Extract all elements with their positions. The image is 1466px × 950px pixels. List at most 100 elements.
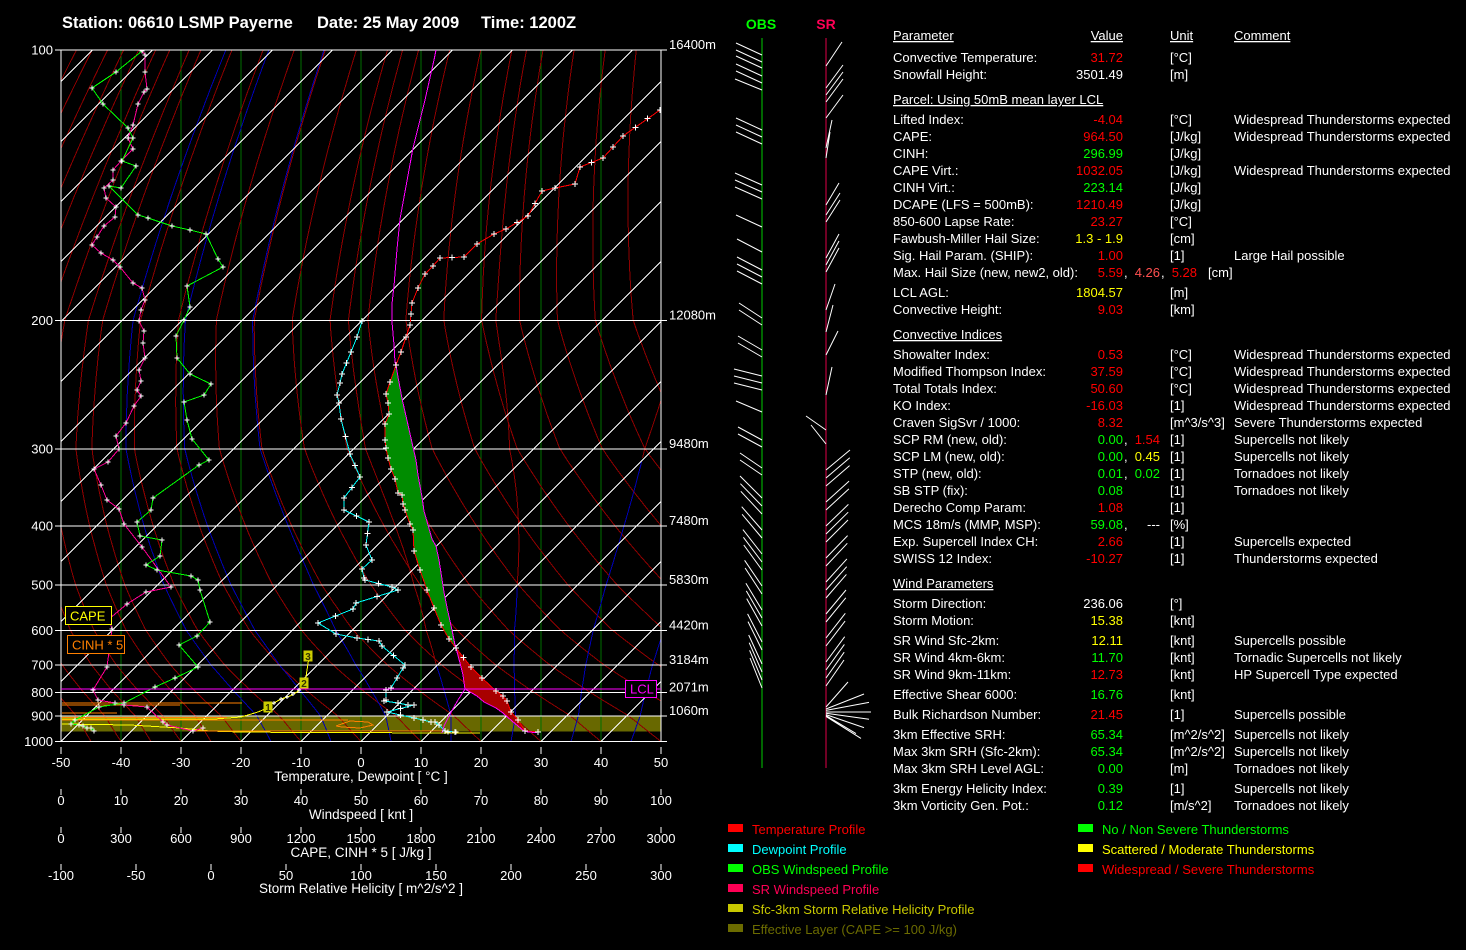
svg-text:Widespread Thunderstorms expec: Widespread Thunderstorms expected	[1234, 381, 1451, 396]
svg-text:,: ,	[1124, 449, 1128, 464]
svg-text:DCAPE (LFS = 500mB):: DCAPE (LFS = 500mB):	[893, 197, 1034, 212]
svg-text:[knt]: [knt]	[1170, 650, 1195, 665]
svg-text:3184m: 3184m	[669, 652, 709, 667]
svg-text:1500: 1500	[347, 831, 376, 846]
svg-text:CAPE:: CAPE:	[893, 129, 932, 144]
svg-text:[1]: [1]	[1170, 483, 1184, 498]
svg-text:Storm Relative Helicity [ m^2: Storm Relative Helicity [ m^2/s^2 ]	[259, 881, 463, 896]
svg-text:SCP LM (new, old):: SCP LM (new, old):	[893, 449, 1005, 464]
svg-text:Max. Hail Size (new, new2, old: Max. Hail Size (new, new2, old):	[893, 265, 1078, 280]
svg-text:10: 10	[414, 755, 428, 770]
svg-text:65.34: 65.34	[1090, 727, 1123, 742]
svg-text:12080m: 12080m	[669, 308, 716, 323]
svg-text:21.45: 21.45	[1090, 707, 1123, 722]
svg-text:9.03: 9.03	[1098, 302, 1123, 317]
svg-text:600: 600	[170, 831, 192, 846]
svg-text:2071m: 2071m	[669, 680, 709, 695]
svg-text:[m]: [m]	[1170, 761, 1188, 776]
svg-text:40: 40	[294, 793, 308, 808]
svg-text:1200: 1200	[287, 831, 316, 846]
svg-text:2700: 2700	[587, 831, 616, 846]
svg-text:2400: 2400	[527, 831, 556, 846]
svg-text:Supercells expected: Supercells expected	[1234, 534, 1351, 549]
svg-text:Widespread Thunderstorms expec: Widespread Thunderstorms expected	[1234, 347, 1451, 362]
svg-text:20: 20	[474, 755, 488, 770]
svg-text:-40: -40	[112, 755, 131, 770]
svg-text:HP Supercell Type expected: HP Supercell Type expected	[1234, 667, 1398, 682]
svg-text:0: 0	[57, 793, 64, 808]
svg-text:Showalter Index:: Showalter Index:	[893, 347, 990, 362]
svg-text:---: ---	[1147, 517, 1160, 532]
svg-text:Supercells not likely: Supercells not likely	[1234, 449, 1349, 464]
svg-text:0.02: 0.02	[1135, 466, 1160, 481]
svg-text:Widespread / Severe Thundersto: Widespread / Severe Thunderstorms	[1102, 862, 1315, 877]
svg-text:500: 500	[31, 578, 53, 593]
svg-text:1.08: 1.08	[1098, 500, 1123, 515]
svg-text:CINH:: CINH:	[893, 146, 928, 161]
svg-text:10: 10	[114, 793, 128, 808]
svg-text:[1]: [1]	[1170, 781, 1184, 796]
svg-text:100: 100	[31, 43, 53, 58]
svg-text:31.72: 31.72	[1090, 50, 1123, 65]
svg-text:1032.05: 1032.05	[1076, 163, 1123, 178]
svg-text:1.3 - 1.9: 1.3 - 1.9	[1075, 231, 1123, 246]
svg-text:[1]: [1]	[1170, 500, 1184, 515]
svg-text:[°]: [°]	[1170, 596, 1182, 611]
svg-text:[m]: [m]	[1170, 285, 1188, 300]
svg-text:OBS Windspeed Profile: OBS Windspeed Profile	[752, 862, 889, 877]
svg-text:200: 200	[31, 313, 53, 328]
svg-text:[°C]: [°C]	[1170, 347, 1192, 362]
svg-text:15.38: 15.38	[1090, 613, 1123, 628]
svg-text:236.06: 236.06	[1083, 596, 1123, 611]
svg-text:Tornadoes not likely: Tornadoes not likely	[1234, 761, 1349, 776]
svg-text:Scattered / Moderate Thunderst: Scattered / Moderate Thunderstorms	[1102, 842, 1315, 857]
svg-text:23.27: 23.27	[1090, 214, 1123, 229]
svg-text:0.08: 0.08	[1098, 483, 1123, 498]
svg-text:,: ,	[1124, 265, 1128, 280]
svg-text:[m^2/s^2]: [m^2/s^2]	[1170, 727, 1225, 742]
svg-text:[m^2/s^2]: [m^2/s^2]	[1170, 744, 1225, 759]
svg-text:[knt]: [knt]	[1170, 613, 1195, 628]
svg-text:Temperature Profile: Temperature Profile	[752, 822, 865, 837]
svg-text:Tornadoes not likely: Tornadoes not likely	[1234, 798, 1349, 813]
svg-text:CAPE Virt.:: CAPE Virt.:	[893, 163, 959, 178]
svg-text:Widespread Thunderstorms expec: Widespread Thunderstorms expected	[1234, 398, 1451, 413]
svg-text:3: 3	[305, 652, 311, 663]
svg-text:Max 3km SRH (Sfc-2km):: Max 3km SRH (Sfc-2km):	[893, 744, 1040, 759]
svg-text:[J/kg]: [J/kg]	[1170, 180, 1201, 195]
svg-text:5.59: 5.59	[1098, 265, 1123, 280]
svg-text:[1]: [1]	[1170, 707, 1184, 722]
svg-text:Effective Layer (CAPE >= 100 J: Effective Layer (CAPE >= 100 J/kg)	[752, 922, 957, 937]
svg-text:CAPE, CINH * 5 [ J/kg ]: CAPE, CINH * 5 [ J/kg ]	[290, 845, 431, 860]
svg-text:[%]: [%]	[1170, 517, 1189, 532]
svg-text:2100: 2100	[467, 831, 496, 846]
svg-text:-100: -100	[48, 868, 74, 883]
svg-text:1: 1	[265, 703, 271, 714]
svg-text:0.00: 0.00	[1098, 761, 1123, 776]
svg-text:Widespread Thunderstorms expec: Widespread Thunderstorms expected	[1234, 364, 1451, 379]
svg-text:Wind Parameters: Wind Parameters	[893, 576, 994, 591]
svg-text:0.45: 0.45	[1135, 449, 1160, 464]
svg-text:Severe Thunderstorms expected: Severe Thunderstorms expected	[1234, 415, 1422, 430]
svg-text:Sfc-3km Storm Relative Helicit: Sfc-3km Storm Relative Helicity Profile	[752, 902, 975, 917]
svg-text:Widespread Thunderstorms expec: Widespread Thunderstorms expected	[1234, 129, 1451, 144]
svg-text:2.66: 2.66	[1098, 534, 1123, 549]
svg-text:-20: -20	[232, 755, 251, 770]
svg-text:5830m: 5830m	[669, 572, 709, 587]
svg-text:12.73: 12.73	[1090, 667, 1123, 682]
svg-text:0: 0	[57, 831, 64, 846]
svg-text:11.70: 11.70	[1091, 650, 1123, 665]
svg-text:[1]: [1]	[1170, 534, 1184, 549]
svg-text:[m]: [m]	[1170, 67, 1188, 82]
svg-text:40: 40	[594, 755, 608, 770]
svg-text:,: ,	[1161, 265, 1165, 280]
svg-text:[J/kg]: [J/kg]	[1170, 129, 1201, 144]
svg-text:[knt]: [knt]	[1170, 633, 1195, 648]
svg-text:300: 300	[31, 442, 53, 457]
svg-text:-30: -30	[172, 755, 191, 770]
svg-text:-16.03: -16.03	[1086, 398, 1123, 413]
svg-text:CINH Virt.:: CINH Virt.:	[893, 180, 955, 195]
svg-text:Tornadic Supercells not likely: Tornadic Supercells not likely	[1234, 650, 1402, 665]
svg-text:296.99: 296.99	[1083, 146, 1123, 161]
svg-text:80: 80	[534, 793, 548, 808]
